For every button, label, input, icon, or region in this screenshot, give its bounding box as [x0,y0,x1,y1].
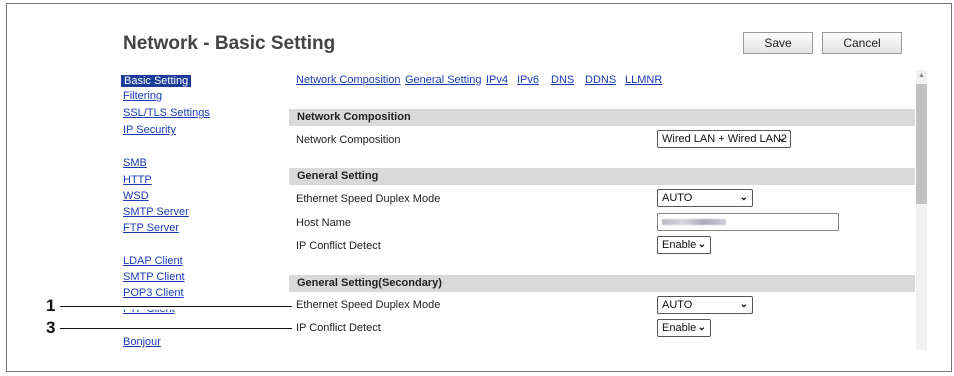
sidebar-item-wsd[interactable]: WSD [123,190,149,202]
cancel-button[interactable]: Cancel [822,32,902,54]
link-network-composition[interactable]: Network Composition [296,74,401,86]
sidebar-item-smb[interactable]: SMB [123,157,147,169]
section-header-general-setting-secondary: General Setting(Secondary) [289,275,915,292]
redacted-host-name [662,219,726,225]
chevron-down-icon: ⌄ [739,192,748,203]
network-composition-select[interactable]: Wired LAN + Wired LAN2 ⌄ [657,130,791,148]
host-name-label: Host Name [296,217,352,229]
ip-conflict-detect-label: IP Conflict Detect [296,240,381,252]
sidebar-item-smtp-server[interactable]: SMTP Server [123,206,189,218]
sidebar-item-bonjour[interactable]: Bonjour [123,336,161,348]
secondary-ip-conflict-detect-select[interactable]: Enable ⌄ [657,319,711,337]
select-value: Wired LAN + Wired LAN2 [662,133,788,145]
host-name-input[interactable] [657,213,839,231]
chevron-down-icon: ⌄ [739,299,748,310]
secondary-ip-conflict-detect-label: IP Conflict Detect [296,322,381,334]
link-ipv4[interactable]: IPv4 [486,74,508,86]
link-general-setting[interactable]: General Setting [405,74,481,86]
callout-line-1 [60,306,292,307]
link-ipv6[interactable]: IPv6 [517,74,539,86]
sidebar-item-smtp-client[interactable]: SMTP Client [123,271,185,283]
link-llmnr[interactable]: LLMNR [625,74,662,86]
select-value: Enable [662,322,697,334]
scrollbar-thumb[interactable] [916,84,927,204]
sidebar-item-pop3-client[interactable]: POP3 Client [123,287,184,299]
callout-1: 1 [46,296,56,315]
secondary-ethernet-speed-duplex-label: Ethernet Speed Duplex Mode [296,299,441,311]
arrow-up-icon[interactable]: ▲ [916,70,927,82]
section-header-general-setting: General Setting [289,168,915,185]
sidebar-item-ftp-server[interactable]: FTP Server [123,222,179,234]
sidebar-item-http[interactable]: HTTP [123,174,152,186]
select-value: AUTO [662,299,693,311]
select-value: Enable [662,239,697,251]
chevron-down-icon: ⌄ [697,239,706,250]
sidebar-item-filtering[interactable]: Filtering [123,90,162,102]
sidebar-item-ldap-client[interactable]: LDAP Client [123,255,183,267]
ethernet-speed-duplex-label: Ethernet Speed Duplex Mode [296,193,441,205]
select-value: AUTO [662,192,693,204]
callout-line-3 [60,328,292,329]
window-frame [6,3,952,372]
sidebar-item-ip-security[interactable]: IP Security [123,124,176,136]
link-ddns[interactable]: DDNS [585,74,616,86]
callout-3: 3 [46,318,56,337]
chevron-down-icon: ⌄ [777,133,786,144]
ip-conflict-detect-select[interactable]: Enable ⌄ [657,236,711,254]
link-dns[interactable]: DNS [551,74,574,86]
secondary-ethernet-speed-duplex-select[interactable]: AUTO ⌄ [657,296,753,314]
ethernet-speed-duplex-select[interactable]: AUTO ⌄ [657,189,753,207]
chevron-down-icon: ⌄ [697,322,706,333]
network-composition-label: Network Composition [296,134,401,146]
section-header-network-composition: Network Composition [289,109,915,126]
sidebar-item-basic-setting[interactable]: Basic Setting [121,75,192,87]
page-title: Network - Basic Setting [123,33,336,54]
save-button[interactable]: Save [743,32,813,54]
sidebar-item-ssl-tls-settings[interactable]: SSL/TLS Settings [123,107,210,119]
